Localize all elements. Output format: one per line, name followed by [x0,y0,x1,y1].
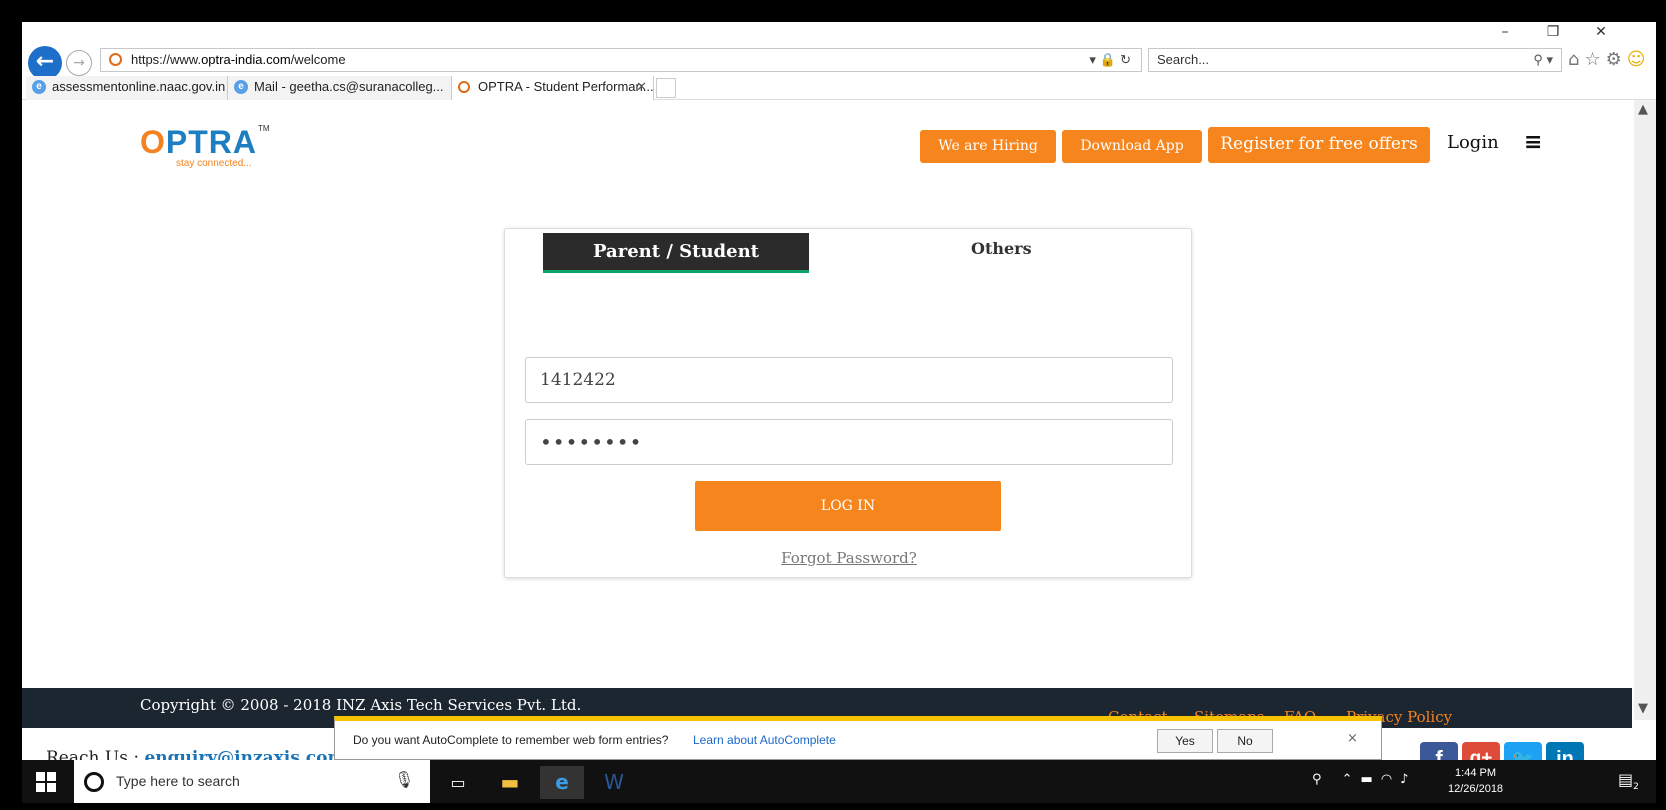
search-box[interactable]: Search... ⚲ ▾ [1148,48,1562,72]
download-app-button[interactable]: Download App [1062,130,1202,163]
taskbar-search-box[interactable]: Type here to search 🎙 [74,760,430,803]
scroll-up-icon[interactable]: ▲ [1638,102,1648,117]
logo-tagline: stay connected... [176,158,252,169]
restore-button[interactable]: ❐ [1538,24,1568,40]
ie-icon: e [234,80,248,94]
feedback-smiley-icon[interactable]: ☺ [1627,49,1651,70]
autocomplete-yes-button[interactable]: Yes [1157,729,1213,753]
minimize-button[interactable]: – [1490,24,1520,40]
back-button[interactable]: ← [28,46,62,80]
new-tab-button[interactable] [656,78,676,98]
username-field[interactable]: 1412422 [525,357,1173,403]
autocomplete-message: Do you want AutoComplete to remember web… [353,733,669,747]
internet-explorer-icon[interactable]: e [540,766,584,799]
action-center-icon[interactable]: ▤2 [1618,770,1639,792]
url-domain: optra-india.com [201,52,291,67]
settings-icon[interactable]: ⚙ [1606,49,1627,70]
tab-bar: e assessmentonline.naac.gov.in e Mail - … [22,76,1656,100]
clock-time: 1:44 PM [1455,767,1497,779]
task-view-icon[interactable]: ▭ [436,766,480,799]
url-path: /welcome [290,52,346,67]
cortana-icon [84,772,104,792]
windows-start-icon[interactable] [36,772,56,792]
login-button[interactable]: LOG IN [695,481,1001,531]
tab-naac[interactable]: e assessmentonline.naac.gov.in [26,76,228,100]
browser-window: – ❐ ✕ ← → https://www.optra-india.com/we… [22,22,1656,803]
toolbar-icons: ⌂☆⚙☺ [1568,49,1650,70]
file-explorer-icon[interactable]: ▬ [488,766,532,799]
microphone-icon[interactable]: 🎙 [394,770,414,789]
tab-parent-student[interactable]: Parent / Student [543,233,809,273]
address-bar[interactable]: https://www.optra-india.com/welcome ▾🔒↻ [100,48,1142,72]
password-field[interactable]: •••••••• [525,419,1173,465]
tab-mail[interactable]: e Mail - geetha.cs@suranacolleg... [228,76,452,100]
page-scrollbar[interactable]: ▲ ▼ [1634,100,1656,720]
home-icon[interactable]: ⌂ [1568,49,1584,70]
favorites-icon[interactable]: ☆ [1584,49,1605,70]
web-page: OPTRA TM stay connected... We are Hiring… [22,100,1632,798]
taskbar-clock[interactable]: 1:44 PM 12/26/2018 [1448,765,1503,797]
forgot-password-link[interactable]: Forgot Password? [505,549,1193,567]
address-bar-row: ← → https://www.optra-india.com/welcome … [22,44,1656,80]
hiring-button[interactable]: We are Hiring [920,130,1056,163]
search-icon[interactable]: ⚲ ▾ [1533,49,1553,71]
address-controls[interactable]: ▾🔒↻ [1089,49,1135,71]
register-button[interactable]: Register for free offers [1208,127,1430,163]
word-icon[interactable]: W [592,766,636,799]
scroll-down-icon[interactable]: ▼ [1638,701,1648,716]
site-icon [109,53,122,66]
optra-favicon-icon [458,81,470,93]
autocomplete-close-icon[interactable]: × [1347,731,1358,746]
search-placeholder: Search... [1157,52,1210,67]
url-prefix: https://www. [131,52,202,67]
taskbar-search-placeholder: Type here to search [116,773,240,789]
copyright-text: Copyright © 2008 - 2018 INZ Axis Tech Se… [140,696,582,714]
autocomplete-no-button[interactable]: No [1217,729,1273,753]
notification-count: 2 [1633,782,1639,793]
ie-icon: e [32,80,46,94]
system-tray[interactable]: ⚲ ⌃▬◠♪ [1312,772,1416,787]
screenshot-frame: – ❐ ✕ ← → https://www.optra-india.com/we… [0,0,1666,810]
optra-logo[interactable]: OPTRA TM stay connected... [140,124,270,169]
hamburger-menu-icon[interactable]: ≡ [1524,130,1542,155]
clock-date: 12/26/2018 [1448,783,1504,795]
logo-wordmark: OPTRA [140,124,257,160]
logo-trademark: TM [258,124,270,133]
tab-label: assessmentonline.naac.gov.in [52,79,226,94]
autocomplete-learn-link[interactable]: Learn about AutoComplete [693,733,836,747]
close-tab-icon[interactable]: ✕ [636,76,647,98]
tab-optra[interactable]: OPTRA - Student Performan... ✕ [452,76,654,100]
autocomplete-notification: Do you want AutoComplete to remember web… [334,716,1382,760]
tab-label: Mail - geetha.cs@suranacolleg... [254,79,444,94]
forward-button[interactable]: → [66,50,92,76]
tab-others[interactable]: Others [971,239,1032,258]
close-window-button[interactable]: ✕ [1586,24,1616,40]
nav-login-link[interactable]: Login [1447,132,1499,153]
tab-label: OPTRA - Student Performan... [478,79,654,94]
windows-taskbar: Type here to search 🎙 ▭ ▬ e W ⚲ ⌃▬◠♪ 1:4… [22,760,1656,803]
login-card: Parent / Student Others 1412422 ••••••••… [504,228,1192,578]
